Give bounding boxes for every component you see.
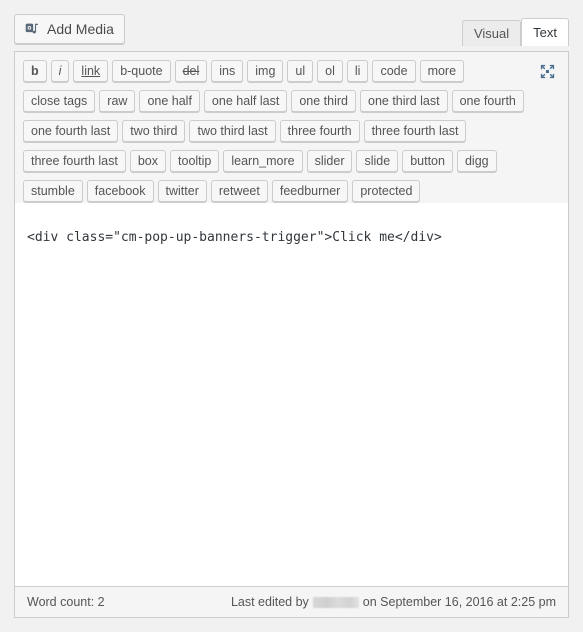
quicktag-button-li[interactable]: li: [346, 60, 369, 82]
quicktag-button-learn-more[interactable]: learn_more: [223, 150, 303, 172]
quicktag-button-retweet[interactable]: retweet: [210, 180, 268, 202]
quicktag-button-stumble[interactable]: stumble: [23, 180, 83, 202]
quicktag-row: close tags raw one half one half last one th…: [23, 86, 560, 116]
quicktag-button-two-third-last[interactable]: two third last: [189, 120, 276, 142]
last-edited-info: Last edited by on September 16, 2016 at …: [231, 595, 568, 609]
quicktag-button-one-fourth-last[interactable]: one fourth last: [23, 120, 119, 142]
quicktag-button-one-third[interactable]: one third: [291, 90, 356, 112]
tab-text[interactable]: Text: [521, 18, 569, 46]
quicktag-button-b-quote[interactable]: b-quote: [112, 60, 171, 82]
word-count-label: Word count: 2: [27, 595, 105, 609]
quicktag-button-link[interactable]: link: [73, 60, 109, 82]
quicktag-button-box[interactable]: box: [129, 150, 167, 172]
media-icon: [23, 20, 41, 38]
tab-visual[interactable]: Visual: [461, 20, 522, 46]
add-media-label: Add Media: [47, 21, 114, 37]
last-edited-suffix: on September 16, 2016 at 2:25 pm: [362, 595, 556, 609]
editor-content-area[interactable]: <div class="cm-pop-up-banners-trigger">C…: [14, 203, 569, 586]
quicktag-button-facebook[interactable]: facebook: [86, 180, 154, 202]
quicktag-button-close-tags[interactable]: close tags: [23, 90, 96, 112]
quicktag-button-one-fourth[interactable]: one fourth: [451, 90, 524, 112]
quicktag-button-code[interactable]: code: [372, 60, 416, 82]
post-status-bar: Word count: 2 Last edited by on Septembe…: [14, 586, 569, 618]
editor-tools-bar: Add Media Visual Text: [14, 14, 569, 51]
author-name-redacted: [312, 596, 359, 608]
quicktag-button-one-half-last[interactable]: one half last: [203, 90, 288, 112]
quicktag-button-slide[interactable]: slide: [356, 150, 399, 172]
quicktag-row: three fourth last box tooltip learn_more sli…: [23, 146, 560, 176]
quicktag-button-digg[interactable]: digg: [456, 150, 497, 172]
quicktag-button-two-third[interactable]: two third: [122, 120, 186, 142]
quicktag-button-twitter[interactable]: twitter: [157, 180, 207, 202]
quicktag-button-raw[interactable]: raw: [99, 90, 136, 112]
editor-textarea[interactable]: <div class="cm-pop-up-banners-trigger">C…: [27, 228, 558, 248]
quicktag-button-i[interactable]: i: [50, 60, 70, 82]
quicktag-button-three-fourth-last[interactable]: three fourth last: [363, 120, 467, 142]
quicktag-button-tooltip[interactable]: tooltip: [170, 150, 220, 172]
quicktag-row: one fourth last two third two third last th…: [23, 116, 560, 146]
quicktag-button-button[interactable]: button: [402, 150, 453, 172]
quicktags-toolbar: b i link b-quote del ins img ul ol li code more clos…: [14, 51, 569, 211]
quicktag-button-feedburner[interactable]: feedburner: [271, 180, 349, 202]
quicktag-button-img[interactable]: img: [247, 60, 284, 82]
quicktag-row: stumble facebook twitter retweet feedburner p…: [23, 176, 560, 206]
quicktag-row: b i link b-quote del ins img ul ol li code more: [23, 56, 560, 86]
quicktag-button-slider[interactable]: slider: [306, 150, 353, 172]
quicktag-button-del[interactable]: del: [174, 60, 208, 82]
quicktag-button-one-half[interactable]: one half: [139, 90, 200, 112]
editor-mode-tabs: Visual Text: [461, 16, 569, 46]
last-edited-prefix: Last edited by: [230, 595, 309, 609]
quicktag-button-three-fourth[interactable]: three fourth: [279, 120, 360, 142]
post-editor: Add Media Visual Text b i link b-quote del in…: [0, 0, 583, 632]
quicktag-button-three-fourth-last[interactable]: three fourth last: [23, 150, 126, 172]
quicktag-button-ol[interactable]: ol: [317, 60, 343, 82]
add-media-button[interactable]: Add Media: [14, 14, 125, 44]
quicktag-button-more[interactable]: more: [419, 60, 465, 82]
distraction-free-writing-icon[interactable]: [536, 60, 558, 82]
quicktag-button-b[interactable]: b: [23, 60, 47, 82]
quicktag-button-ul[interactable]: ul: [287, 60, 314, 82]
quicktag-button-protected[interactable]: protected: [352, 180, 421, 202]
quicktag-button-ins[interactable]: ins: [211, 60, 244, 82]
quicktag-button-one-third-last[interactable]: one third last: [360, 90, 448, 112]
